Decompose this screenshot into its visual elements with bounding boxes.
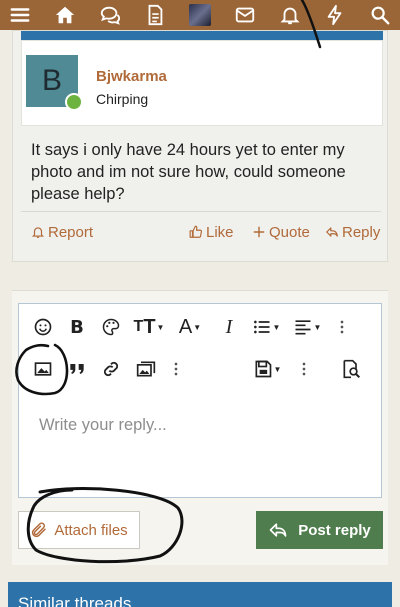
editor-toolbar-row-2: ▼ xyxy=(19,356,381,386)
italic-icon[interactable]: I xyxy=(219,314,239,340)
text-size-icon[interactable]: T T ▼ xyxy=(131,314,167,340)
divider xyxy=(21,211,381,212)
report-button[interactable]: Report xyxy=(31,224,93,241)
bolt-icon[interactable] xyxy=(321,2,349,28)
user-info-card: B Bjwkarma Chirping xyxy=(21,40,383,126)
attach-files-label: Attach files xyxy=(54,521,128,539)
bold-icon[interactable]: B xyxy=(65,314,89,340)
quote-label: Quote xyxy=(269,223,310,241)
similar-threads-header: Similar threads xyxy=(8,582,392,607)
more-options-icon[interactable] xyxy=(337,314,347,340)
reply-button[interactable]: Reply xyxy=(325,224,380,241)
post-reply-button[interactable]: Post reply xyxy=(256,511,383,549)
like-button[interactable]: Like xyxy=(189,224,234,241)
chat-icon[interactable] xyxy=(96,2,124,28)
search-icon[interactable] xyxy=(366,2,394,28)
quote-button[interactable]: Quote xyxy=(252,224,310,241)
bell-icon xyxy=(31,227,45,238)
avatar xyxy=(189,4,211,26)
user-avatar-thumb[interactable] xyxy=(186,2,214,28)
more-options-icon[interactable] xyxy=(299,356,309,382)
more-options-icon[interactable] xyxy=(171,356,181,382)
list-icon[interactable]: ▼ xyxy=(249,314,283,340)
color-palette-icon[interactable] xyxy=(99,314,123,340)
bell-icon[interactable] xyxy=(276,2,304,28)
emoji-icon[interactable] xyxy=(31,314,55,340)
link-icon[interactable] xyxy=(99,356,123,382)
preview-icon[interactable] xyxy=(339,356,363,382)
post-reply-label: Post reply xyxy=(298,521,371,539)
post-actions: Report Like Quote Reply xyxy=(31,221,381,243)
reply-editor[interactable]: B T T ▼ A ▼ I ▼ ▼ ▼ Write your reply... xyxy=(18,303,382,498)
document-icon[interactable] xyxy=(141,2,169,28)
report-label: Report xyxy=(48,223,94,241)
font-icon[interactable]: A ▼ xyxy=(175,314,205,340)
reply-label: Reply xyxy=(342,223,381,241)
mail-icon[interactable] xyxy=(231,2,259,28)
top-nav-bar xyxy=(0,0,400,30)
quote-icon[interactable] xyxy=(65,356,89,382)
user-title: Chirping xyxy=(96,91,149,107)
editor-toolbar-row-1: B T T ▼ A ▼ I ▼ ▼ xyxy=(19,314,381,344)
plus-icon xyxy=(253,226,265,238)
similar-threads-title: Similar threads xyxy=(18,594,132,607)
quick-reply-block: B T T ▼ A ▼ I ▼ ▼ ▼ Write your reply... … xyxy=(12,290,388,565)
insert-image-icon[interactable] xyxy=(31,356,55,382)
drafts-icon[interactable]: ▼ xyxy=(251,356,283,382)
reply-arrow-icon xyxy=(326,227,338,237)
post-card: B Bjwkarma Chirping It says i only have … xyxy=(12,30,388,262)
align-icon[interactable]: ▼ xyxy=(291,314,323,340)
menu-icon[interactable] xyxy=(6,2,34,28)
reply-arrow-icon xyxy=(269,523,287,537)
username-link[interactable]: Bjwkarma xyxy=(96,68,167,85)
post-body: It says i only have 24 hours yet to ente… xyxy=(31,141,346,203)
media-icon[interactable] xyxy=(133,356,159,382)
home-icon[interactable] xyxy=(51,2,79,28)
post-header-bar xyxy=(21,31,383,40)
avatar-letter: B xyxy=(41,64,62,97)
online-status-dot xyxy=(65,93,83,111)
reply-placeholder: Write your reply... xyxy=(39,416,167,434)
like-label: Like xyxy=(206,223,234,241)
attach-files-button[interactable]: Attach files xyxy=(18,511,140,549)
paperclip-icon xyxy=(32,522,47,538)
thumbs-up-icon xyxy=(189,225,203,238)
